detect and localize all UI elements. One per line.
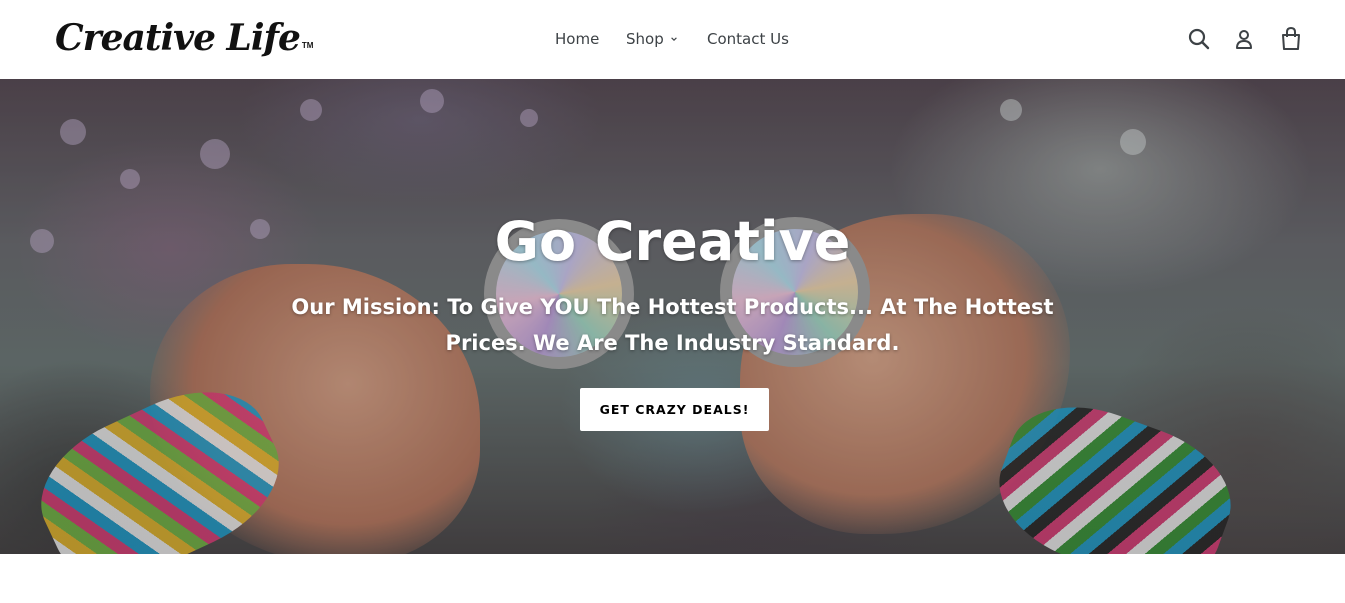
chevron-down-icon: [670, 37, 677, 41]
get-crazy-deals-button[interactable]: GET CRAZY DEALS!: [580, 388, 769, 431]
search-button[interactable]: [1187, 26, 1211, 52]
nav-contact-link[interactable]: Contact Us: [707, 28, 789, 50]
site-header: Creative Life TM Home Shop Contact Us: [0, 0, 1345, 79]
cart-button[interactable]: [1279, 26, 1303, 52]
logo-trademark: TM: [301, 41, 314, 50]
hero-subtitle: Our Mission: To Give YOU The Hottest Pro…: [291, 295, 1054, 355]
cart-icon: [1282, 26, 1300, 50]
site-logo[interactable]: Creative Life TM: [55, 10, 313, 66]
nav-shop-label: Shop: [626, 30, 664, 48]
nav-shop-dropdown[interactable]: Shop: [626, 28, 678, 50]
nav-home-link[interactable]: Home: [555, 28, 599, 50]
search-icon: [1188, 28, 1210, 50]
hero-content: Go Creative Our Mission: To Give YOU The…: [0, 79, 1345, 554]
account-button[interactable]: [1232, 26, 1256, 52]
logo-text: Creative Life: [55, 17, 301, 59]
hero-title: Go Creative: [494, 210, 851, 273]
user-icon: [1236, 30, 1252, 49]
